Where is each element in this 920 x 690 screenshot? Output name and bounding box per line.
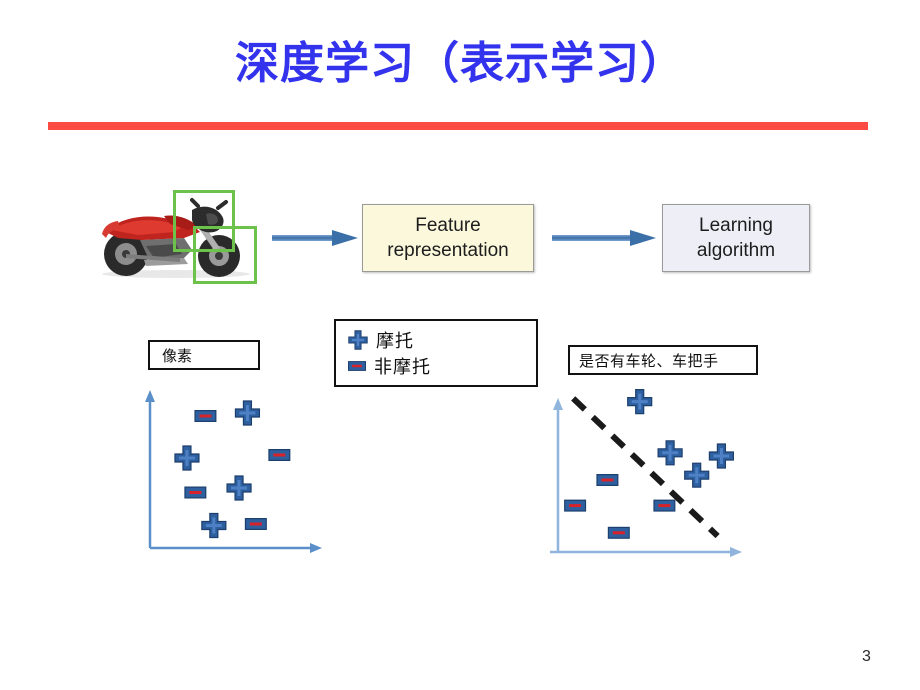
- scatter-plot-features: [528, 380, 788, 566]
- data-point-plus: [174, 445, 200, 471]
- legend-label-motorcycle: 摩托: [376, 331, 414, 352]
- dash-marker-icon: [348, 361, 366, 371]
- caption-pixels-text: 像素: [162, 346, 193, 365]
- data-point-dash: [607, 526, 630, 539]
- data-point-dash: [194, 410, 217, 422]
- data-point-plus: [234, 400, 261, 426]
- title-divider-rule: [48, 122, 868, 130]
- data-point-dash: [596, 474, 619, 486]
- plot-features-points: [564, 389, 735, 539]
- data-point-plus: [708, 443, 735, 469]
- caption-wheel-handlebar: 是否有车轮、车把手: [568, 345, 758, 375]
- data-point-dash: [564, 499, 587, 512]
- data-point-dash: [268, 449, 291, 461]
- data-point-dash: [653, 499, 676, 512]
- feature-representation-label: Feature representation: [387, 213, 508, 263]
- motorcycle-photo: [88, 188, 264, 284]
- arrow-right-icon-2: [552, 230, 656, 246]
- scatter-plot-pixels: [136, 386, 332, 562]
- data-point-dash: [184, 486, 207, 499]
- legend-item-motorcycle: 摩托: [348, 327, 536, 353]
- learning-algorithm-box: Learning algorithm: [662, 204, 810, 272]
- slide-canvas: 深度学习（表示学习） Feature representation Learni…: [0, 0, 920, 690]
- data-point-dash: [244, 517, 267, 531]
- feature-label-line1: Feature: [415, 215, 481, 236]
- legend: 摩托 非摩托: [334, 319, 538, 387]
- data-point-plus: [657, 440, 683, 466]
- page-number: 3: [862, 648, 871, 665]
- highlight-box-front-wheel: [193, 226, 257, 284]
- caption-pixels: 像素: [148, 340, 260, 370]
- arrow-right-icon-1: [272, 230, 358, 246]
- learning-label-line2: algorithm: [696, 240, 776, 261]
- learning-label-line1: Learning: [699, 215, 773, 236]
- feature-label-line2: representation: [387, 240, 509, 261]
- learning-algorithm-label: Learning algorithm: [697, 213, 775, 263]
- data-point-plus: [201, 512, 227, 539]
- data-point-plus: [226, 475, 252, 501]
- data-point-plus: [627, 389, 653, 415]
- caption-wheel-handlebar-text: 是否有车轮、车把手: [579, 351, 719, 370]
- data-point-plus: [684, 462, 710, 488]
- plus-marker-icon: [348, 330, 368, 350]
- legend-item-non-motorcycle: 非摩托: [348, 353, 536, 379]
- feature-representation-box: Feature representation: [362, 204, 534, 272]
- legend-label-non-motorcycle: 非摩托: [374, 357, 431, 378]
- page-title: 深度学习（表示学习）: [235, 38, 685, 89]
- plot-pixels-points: [174, 400, 291, 539]
